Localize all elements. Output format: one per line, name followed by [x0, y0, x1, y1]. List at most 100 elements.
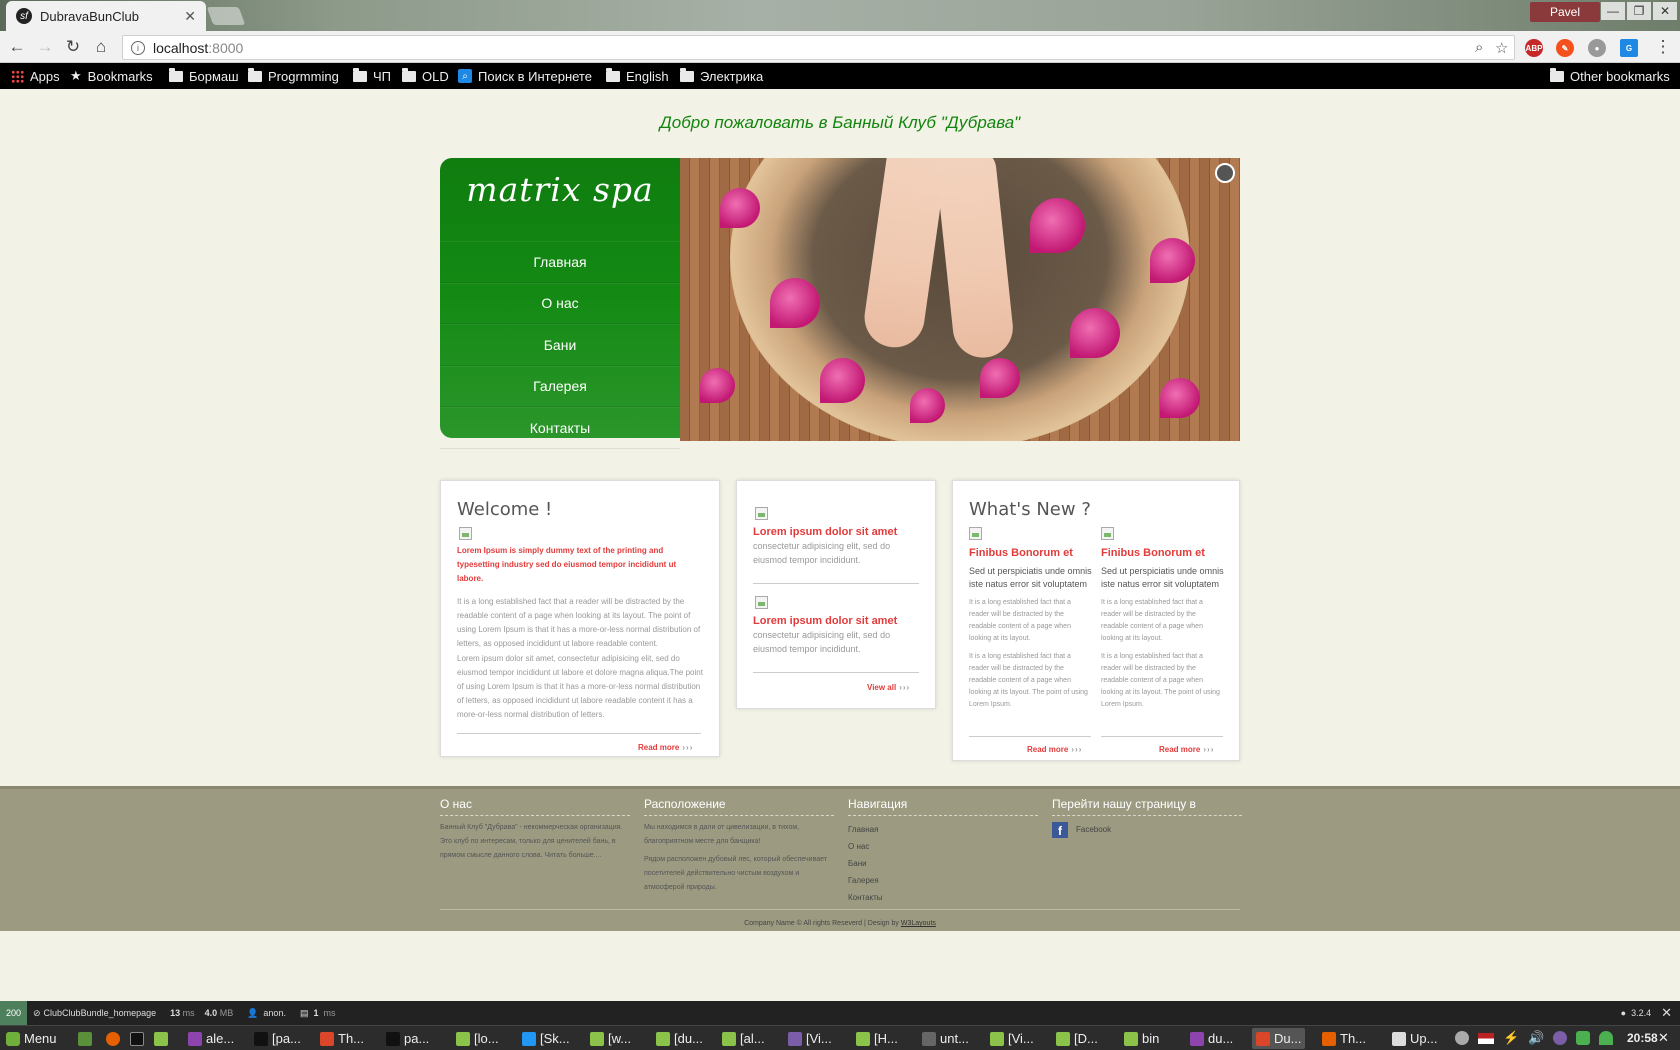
taskbar-window-button[interactable]: Th...: [316, 1028, 368, 1049]
menu-item-about[interactable]: О нас: [440, 282, 680, 324]
taskbar-window-button[interactable]: Th...: [1318, 1028, 1370, 1049]
forward-icon[interactable]: →: [34, 36, 56, 58]
browser-tab[interactable]: sf DubravaBunClub ✕: [6, 1, 206, 31]
address-bar[interactable]: i localhost:8000 ⌕ ☆: [122, 35, 1515, 60]
taskbar-window-button[interactable]: du...: [1186, 1028, 1237, 1049]
time-panel[interactable]: 13 ms: [170, 1008, 195, 1018]
news-item-text: consectetur adipisicing elit, sed do eiu…: [753, 541, 891, 565]
slideshow-control-icon[interactable]: [1215, 163, 1235, 183]
divider: [753, 583, 919, 584]
adblock-icon[interactable]: ABP: [1525, 39, 1543, 57]
user-panel[interactable]: 👤 anon.: [247, 1008, 286, 1019]
read-more-link[interactable]: Read more ›››: [638, 743, 693, 752]
route-panel[interactable]: ⊘ ClubClubBundle_homepage: [33, 1008, 156, 1019]
footer-copyright: Company Name © All rights Reseverd | Des…: [440, 909, 1240, 927]
footer-link-contacts[interactable]: Контакты: [848, 889, 1038, 906]
bookmark-search[interactable]: ⌕ Поиск в Интернете: [458, 63, 592, 89]
footer-link-gallery[interactable]: Галерея: [848, 872, 1038, 889]
column-title[interactable]: Finibus Bonorum et: [969, 547, 1093, 559]
bookmark-other[interactable]: Other bookmarks: [1550, 63, 1670, 89]
extension-orange-icon[interactable]: ✎: [1556, 39, 1574, 57]
taskbar-window-button[interactable]: bin: [1120, 1028, 1163, 1049]
volume-icon[interactable]: 🔊: [1528, 1030, 1544, 1046]
status-badge[interactable]: 200: [0, 1001, 27, 1025]
bookmark-old[interactable]: OLD: [402, 63, 449, 89]
bookmark-bookmarks[interactable]: ★ Bookmarks: [70, 63, 153, 89]
read-more-link[interactable]: Read more ›››: [1027, 745, 1082, 754]
bookmark-star-icon[interactable]: ☆: [1495, 39, 1508, 57]
viber-tray-icon[interactable]: [1553, 1031, 1568, 1045]
bookmark-progrmming[interactable]: Progrmming: [248, 63, 339, 89]
minimize-icon[interactable]: —: [1601, 2, 1625, 20]
column-title[interactable]: Finibus Bonorum et: [1101, 547, 1225, 559]
extension-pin-icon[interactable]: ●: [1588, 39, 1606, 57]
taskbar-window-button[interactable]: [pa...: [250, 1028, 305, 1049]
site-info-icon[interactable]: i: [131, 40, 145, 55]
window-app-icon: [320, 1031, 334, 1046]
taskbar-window-button[interactable]: [Sk...: [518, 1028, 574, 1049]
update-tray-icon[interactable]: [1576, 1031, 1591, 1045]
column-paragraph: It is a long established fact that a rea…: [969, 599, 1071, 642]
taskbar-window-button[interactable]: unt...: [918, 1028, 973, 1049]
news-item-title[interactable]: Lorem ipsum dolor sit amet: [753, 526, 897, 538]
bookmark-english[interactable]: English: [606, 63, 669, 89]
taskbar-window-button[interactable]: [D...: [1052, 1028, 1102, 1049]
menu-item-baths[interactable]: Бани: [440, 324, 680, 366]
folder-icon: [402, 67, 416, 82]
user-tray-icon[interactable]: [1455, 1031, 1469, 1045]
view-all-link[interactable]: View all ›››: [867, 683, 910, 692]
taskbar-window-button[interactable]: [w...: [586, 1028, 635, 1049]
reload-icon[interactable]: ↻: [62, 36, 84, 58]
network-icon[interactable]: ⚡: [1503, 1030, 1519, 1046]
restore-icon[interactable]: ❐: [1627, 2, 1651, 20]
facebook-link[interactable]: f Facebook: [1052, 821, 1242, 838]
footer-link-home[interactable]: Главная: [848, 821, 1038, 838]
chrome-menu-icon[interactable]: ⋮: [1652, 36, 1674, 58]
read-more-link[interactable]: Read more ›››: [1159, 745, 1214, 754]
taskbar-window-button[interactable]: pa...: [382, 1028, 433, 1049]
taskbar-window-button[interactable]: [lo...: [452, 1028, 503, 1049]
launcher-files[interactable]: [150, 1028, 172, 1049]
taskbar-window-button[interactable]: [du...: [652, 1028, 707, 1049]
taskbar-window-button[interactable]: [Vi...: [784, 1028, 836, 1049]
launcher-firefox[interactable]: [102, 1028, 124, 1049]
news-item-title[interactable]: Lorem ipsum dolor sit amet: [753, 615, 897, 627]
footer-link-about[interactable]: О нас: [848, 838, 1038, 855]
bookmark-chp[interactable]: ЧП: [353, 63, 391, 89]
taskbar-window-button[interactable]: [al...: [718, 1028, 769, 1049]
home-icon[interactable]: ⌂: [90, 36, 112, 58]
translate-icon[interactable]: G: [1620, 39, 1638, 57]
footer-link-baths[interactable]: Бани: [848, 855, 1038, 872]
clock[interactable]: 20:58: [1627, 1031, 1658, 1045]
taskbar-window-button[interactable]: [H...: [852, 1028, 902, 1049]
menu-item-contacts[interactable]: Контакты: [440, 407, 680, 449]
taskbar-window-button[interactable]: Du...: [1252, 1028, 1306, 1049]
bookmark-elektrika[interactable]: Электрика: [680, 63, 763, 89]
launcher-terminal[interactable]: [126, 1028, 148, 1049]
zoom-icon[interactable]: ⌕: [1475, 39, 1483, 56]
launcher-show-desktop[interactable]: [74, 1028, 96, 1049]
bookmark-bormash[interactable]: Бормаш: [169, 63, 239, 89]
bookmark-label: ЧП: [373, 68, 392, 84]
db-panel[interactable]: ▤ 1 ms: [300, 1008, 336, 1019]
symfony-version-panel[interactable]: ● 3.2.4: [1621, 1008, 1651, 1018]
taskbar-window-button[interactable]: Up...: [1388, 1028, 1441, 1049]
new-tab-button[interactable]: [206, 7, 246, 25]
tab-close-icon[interactable]: ✕: [184, 8, 196, 25]
site-logo[interactable]: matrix spa: [440, 170, 680, 209]
profile-button[interactable]: Pavel: [1530, 2, 1600, 22]
designer-link[interactable]: W3Layouts: [901, 920, 936, 927]
start-menu-button[interactable]: Menu: [2, 1028, 61, 1049]
keyboard-layout-flag-icon[interactable]: [1478, 1032, 1494, 1044]
bookmark-apps[interactable]: Apps: [11, 63, 60, 89]
menu-item-home[interactable]: Главная: [440, 241, 680, 283]
show-desktop-icon[interactable]: ✕: [1658, 1030, 1669, 1046]
back-icon[interactable]: ←: [6, 36, 28, 58]
taskbar-window-button[interactable]: ale...: [184, 1028, 238, 1049]
shield-icon[interactable]: [1599, 1031, 1614, 1045]
window-close-icon[interactable]: ✕: [1653, 2, 1677, 20]
memory-panel[interactable]: 4.0 MB: [205, 1008, 234, 1018]
menu-item-gallery[interactable]: Галерея: [440, 365, 680, 407]
taskbar-window-button[interactable]: [Vi...: [986, 1028, 1038, 1049]
toolbar-close-icon[interactable]: ✕: [1661, 1005, 1672, 1021]
